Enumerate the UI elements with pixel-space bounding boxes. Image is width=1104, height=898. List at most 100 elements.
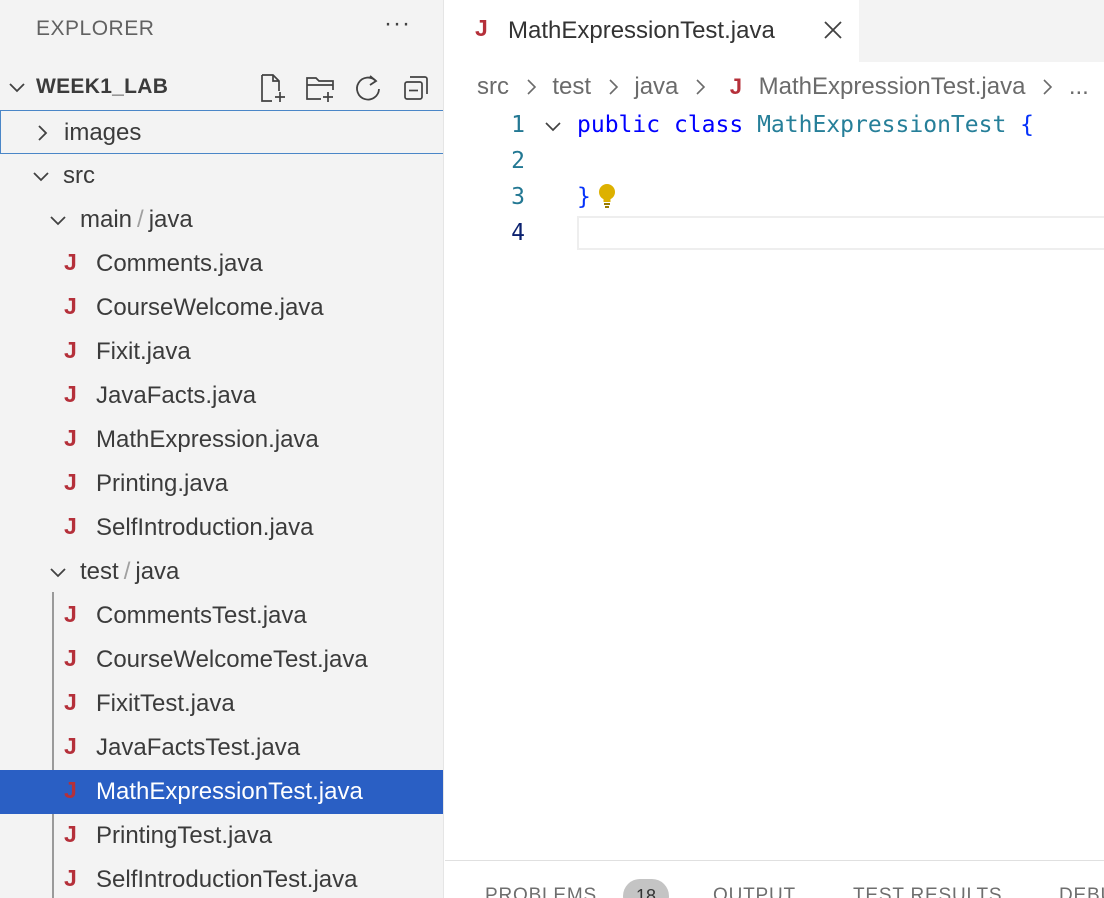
current-line-highlight: [577, 216, 1104, 250]
tree-file[interactable]: J MathExpression.java: [0, 418, 443, 462]
java-file-icon: J: [64, 777, 77, 803]
refresh-icon[interactable]: [352, 72, 384, 104]
tree-file-label: SelfIntroductionTest.java: [96, 866, 358, 893]
tree-file-label: CourseWelcomeTest.java: [96, 646, 368, 673]
java-file-icon: J: [64, 865, 77, 891]
code-line-current: 4: [445, 216, 1104, 252]
java-file-icon: J: [64, 293, 77, 319]
chevron-right-icon: [696, 79, 706, 95]
collapse-all-icon[interactable]: [400, 72, 432, 104]
java-icon: J: [729, 73, 742, 99]
line-number: 4: [511, 220, 525, 246]
tree-file[interactable]: J Comments.java: [0, 242, 443, 286]
java-file-icon: J: [64, 381, 77, 407]
tree-file[interactable]: J Fixit.java: [0, 330, 443, 374]
more-actions-icon[interactable]: ···: [384, 10, 411, 38]
line-number: 2: [511, 148, 525, 174]
tree-file-label: JavaFactsTest.java: [96, 734, 301, 761]
code-area[interactable]: 1 public class MathExpressionTest { 2 3 …: [445, 108, 1104, 268]
tab-problems[interactable]: PROBLEMS: [485, 885, 597, 898]
chevron-right-icon: [609, 79, 618, 95]
tree-file[interactable]: J FixitTest.java: [0, 682, 443, 726]
tree-folder-images[interactable]: images: [0, 110, 443, 154]
workspace-header[interactable]: WEEK1_LAB: [0, 66, 443, 108]
java-file-icon: J: [64, 513, 77, 539]
line-number: 1: [511, 112, 525, 138]
java-file-icon: J: [64, 337, 77, 363]
tree-file[interactable]: J CourseWelcomeTest.java: [0, 638, 443, 682]
tab-active-file[interactable]: J MathExpressionTest.java: [445, 0, 859, 62]
tree-file-label: Fixit.java: [96, 338, 191, 365]
code-line: 1 public class MathExpressionTest {: [445, 108, 1104, 144]
explorer-header: EXPLORER ···: [0, 0, 443, 60]
tab-label: MathExpressionTest.java: [508, 17, 775, 44]
fold-chevron-down-icon[interactable]: [543, 116, 563, 136]
tree-file-label: JavaFacts.java: [96, 382, 257, 409]
tree-file-label: Printing.java: [96, 470, 229, 497]
tree-file-label: CourseWelcome.java: [96, 294, 324, 321]
tree-folder-src[interactable]: src: [0, 154, 443, 198]
java-file-icon: J: [64, 645, 77, 671]
tree-folder-main-java[interactable]: main / java: [0, 198, 443, 242]
tree-file[interactable]: J SelfIntroductionTest.java: [0, 858, 443, 898]
explorer-sidebar: EXPLORER ··· WEEK1_LAB images src main /…: [0, 0, 444, 898]
breadcrumb-item[interactable]: src: [477, 73, 509, 101]
line-number: 3: [511, 184, 525, 210]
tab-test-results[interactable]: TEST RESULTS: [853, 885, 1002, 898]
java-file-icon: J: [64, 469, 77, 495]
java-file-icon: J: [64, 601, 77, 627]
tree-item-label: test / java: [80, 558, 180, 585]
tree-file[interactable]: J PrintingTest.java: [0, 814, 443, 858]
java-file-icon: J: [64, 249, 77, 275]
problems-count-badge: 18: [623, 879, 669, 898]
tree-file[interactable]: J CourseWelcome.java: [0, 286, 443, 330]
tree-item-label: images: [64, 119, 142, 146]
tree-file[interactable]: J CommentsTest.java: [0, 594, 443, 638]
tree-item-label: src: [63, 162, 95, 189]
tree-file-label: Comments.java: [96, 250, 263, 277]
breadcrumb-item[interactable]: java: [634, 73, 678, 101]
chevron-down-icon: [50, 568, 66, 578]
tree-item-label: main / java: [80, 206, 193, 233]
tree-file[interactable]: J JavaFactsTest.java: [0, 726, 443, 770]
tree-file-label: MathExpression.java: [96, 426, 319, 453]
tab-output[interactable]: OUTPUT: [713, 885, 796, 898]
explorer-title: EXPLORER: [36, 17, 155, 40]
tree-file-label: CommentsTest.java: [96, 602, 307, 629]
bottom-panel: PROBLEMS 18 OUTPUT TEST RESULTS DEBUG: [445, 860, 1104, 898]
workspace-name: WEEK1_LAB: [36, 75, 169, 98]
breadcrumb-file[interactable]: MathExpressionTest.java: [759, 73, 1026, 101]
tree-file[interactable]: J JavaFacts.java: [0, 374, 443, 418]
new-file-icon[interactable]: [256, 72, 288, 104]
code-text: public class MathExpressionTest {: [577, 112, 1035, 138]
tree-file[interactable]: J Printing.java: [0, 462, 443, 506]
path-separator: /: [123, 558, 131, 585]
code-text: }: [577, 184, 591, 210]
code-line: 3 }: [445, 180, 1104, 216]
breadcrumb-ellipsis[interactable]: ...: [1069, 73, 1089, 101]
java-file-icon: J: [64, 689, 77, 715]
tree-file-label: FixitTest.java: [96, 690, 235, 717]
java-file-icon: J: [64, 425, 77, 451]
java-icon: J: [475, 15, 488, 41]
tree-file-label: SelfIntroduction.java: [96, 514, 314, 541]
code-line: 2: [445, 144, 1104, 180]
lightbulb-icon[interactable]: [597, 182, 617, 210]
editor-tabbar: J MathExpressionTest.java: [445, 0, 1104, 62]
tree-file-selected[interactable]: J MathExpressionTest.java: [0, 770, 443, 814]
tab-debug[interactable]: DEBUG: [1059, 885, 1104, 898]
editor: J MathExpressionTest.java src test java …: [445, 0, 1104, 898]
new-folder-icon[interactable]: [304, 72, 336, 104]
tree-folder-test-java[interactable]: test / java: [0, 550, 443, 594]
chevron-right-icon: [38, 125, 48, 141]
breadcrumb-item[interactable]: test: [552, 73, 591, 101]
tree-file[interactable]: J SelfIntroduction.java: [0, 506, 443, 550]
close-icon[interactable]: [821, 18, 845, 42]
chevron-down-icon: [33, 172, 49, 182]
chevron-right-icon: [1043, 79, 1053, 95]
chevron-down-icon[interactable]: [6, 76, 28, 98]
java-file-icon: J: [64, 821, 77, 847]
chevron-down-icon: [50, 216, 66, 226]
breadcrumb: src test java J MathExpressionTest.java …: [477, 72, 1089, 104]
tree-file-label: MathExpressionTest.java: [96, 778, 363, 805]
